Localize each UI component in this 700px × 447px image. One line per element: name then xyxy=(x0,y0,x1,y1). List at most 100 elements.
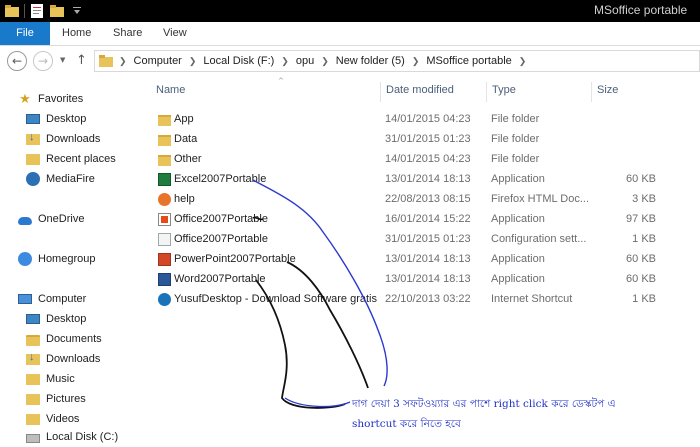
column-divider[interactable] xyxy=(486,82,487,102)
sidebar-item-label: MediaFire xyxy=(46,173,95,185)
file-date: 31/01/2015 01:23 xyxy=(385,133,471,145)
file-size: 60 KB xyxy=(626,173,656,185)
sidebar-item-recent-places[interactable]: Recent places xyxy=(26,150,116,168)
breadcrumb-chevron-icon[interactable]: ❯ xyxy=(519,56,527,67)
file-type: Application xyxy=(491,273,545,285)
sidebar-item-music[interactable]: Music xyxy=(26,370,75,388)
file-row[interactable]: PowerPoint2007Portable 13/01/2014 18:13 … xyxy=(150,250,700,270)
file-size: 97 KB xyxy=(626,213,656,225)
sidebar-item-label: Videos xyxy=(46,413,80,425)
column-divider[interactable] xyxy=(380,82,381,102)
recent-locations-chevron-icon[interactable]: ▼ xyxy=(60,56,65,64)
sidebar-item-onedrive[interactable]: OneDrive xyxy=(18,210,84,228)
file-name: App xyxy=(174,113,194,125)
file-row[interactable]: Other 14/01/2015 04:23 File folder xyxy=(150,150,700,170)
computer-icon xyxy=(18,294,32,304)
file-name: Office2007Portable xyxy=(174,213,268,225)
star-icon: ★ xyxy=(19,91,31,106)
file-date: 13/01/2014 18:13 xyxy=(385,253,471,265)
folder-icon xyxy=(158,115,171,126)
cloud-icon xyxy=(18,216,32,225)
sidebar-item-label: Desktop xyxy=(46,113,87,125)
file-row[interactable]: Word2007Portable 13/01/2014 18:13 Applic… xyxy=(150,270,700,290)
documents-icon xyxy=(26,334,40,346)
sidebar-item-downloads[interactable]: Downloads xyxy=(26,130,100,148)
quick-access-toolbar xyxy=(4,3,85,19)
sidebar-item-pictures[interactable]: Pictures xyxy=(26,390,86,408)
address-bar[interactable]: ❯ Computer ❯ Local Disk (F:) ❯ opu ❯ New… xyxy=(94,50,700,72)
sidebar-item-label: Desktop xyxy=(46,313,87,325)
sidebar-item-documents[interactable]: Documents xyxy=(26,330,102,348)
window-title: MSoffice portable xyxy=(594,3,688,17)
sidebar-item-local-disk-c[interactable]: Local Disk (C:) xyxy=(26,428,118,446)
file-name: YusufDesktop - Download Software gratis xyxy=(174,293,377,305)
customize-dropdown-icon[interactable] xyxy=(69,3,85,19)
file-row[interactable]: Office2007Portable 16/01/2014 15:22 Appl… xyxy=(150,210,700,230)
file-type: Application xyxy=(491,213,545,225)
breadcrumb-local-disk-f[interactable]: Local Disk (F:) xyxy=(203,55,274,67)
firefox-html-icon xyxy=(158,193,171,206)
homegroup-icon xyxy=(18,252,32,266)
sidebar-item-computer[interactable]: Computer xyxy=(18,290,86,308)
column-divider[interactable] xyxy=(591,82,592,102)
back-button[interactable]: ← xyxy=(7,51,27,71)
file-size: 60 KB xyxy=(626,253,656,265)
sidebar-item-computer-desktop[interactable]: Desktop xyxy=(26,310,86,328)
breadcrumb-chevron-icon[interactable]: ❯ xyxy=(189,56,197,67)
breadcrumb-chevron-icon[interactable]: ❯ xyxy=(281,56,289,67)
file-name: Other xyxy=(174,153,202,165)
sidebar-item-label: Downloads xyxy=(46,353,101,365)
sidebar-item-desktop[interactable]: Desktop xyxy=(26,110,86,128)
breadcrumb-chevron-icon: ❯ xyxy=(119,55,127,66)
sidebar-item-favorites[interactable]: ★ Favorites xyxy=(18,90,83,108)
sidebar-item-homegroup[interactable]: Homegroup xyxy=(18,250,95,268)
up-button[interactable]: ↑ xyxy=(76,53,87,68)
sidebar-item-mediafire[interactable]: MediaFire xyxy=(26,170,95,188)
sort-chevron-icon: ^ xyxy=(278,77,284,85)
navigation-bar: ← → ▼ ↑ ❯ Computer ❯ Local Disk (F:) ❯ o… xyxy=(0,46,700,76)
file-date: 16/01/2014 15:22 xyxy=(385,213,471,225)
forward-button[interactable]: → xyxy=(33,51,53,71)
file-row[interactable]: Excel2007Portable 13/01/2014 18:13 Appli… xyxy=(150,170,700,190)
file-row[interactable]: help 22/08/2013 08:15 Firefox HTML Doc..… xyxy=(150,190,700,210)
file-date: 13/01/2014 18:13 xyxy=(385,273,471,285)
breadcrumb-opu[interactable]: opu xyxy=(296,55,314,67)
file-name: PowerPoint2007Portable xyxy=(174,253,296,265)
mediafire-icon xyxy=(26,172,40,186)
tab-share[interactable]: Share xyxy=(113,22,142,45)
downloads-icon xyxy=(26,131,40,145)
file-type: Application xyxy=(491,173,545,185)
office-icon xyxy=(158,213,171,226)
breadcrumb-computer[interactable]: Computer xyxy=(134,55,182,67)
tab-view[interactable]: View xyxy=(163,22,187,45)
column-header-type[interactable]: Type xyxy=(492,84,516,100)
breadcrumb-new-folder-5[interactable]: New folder (5) xyxy=(336,55,405,67)
sidebar-item-computer-downloads[interactable]: Downloads xyxy=(26,350,100,368)
tab-file[interactable]: File xyxy=(0,22,50,45)
folder-icon[interactable] xyxy=(4,3,20,19)
file-row[interactable]: Data 31/01/2015 01:23 File folder xyxy=(150,130,700,150)
breadcrumb-chevron-icon[interactable]: ❯ xyxy=(321,56,329,67)
file-row[interactable]: Office2007Portable 31/01/2015 01:23 Conf… xyxy=(150,230,700,250)
config-icon xyxy=(158,233,171,246)
arrow-left-icon: ← xyxy=(11,54,23,68)
file-row[interactable]: App 14/01/2015 04:23 File folder xyxy=(150,110,700,130)
sidebar-item-label: Local Disk (C:) xyxy=(46,431,119,443)
arrow-right-icon: → xyxy=(37,54,49,68)
sidebar-item-label: Favorites xyxy=(38,93,84,105)
column-header-date-modified[interactable]: Date modified xyxy=(386,84,454,100)
annotation-note: দাগ দেয়া 3 সফটওয়্যার এর পাশে right cli… xyxy=(352,394,682,434)
tab-home[interactable]: Home xyxy=(62,22,91,45)
pictures-icon xyxy=(26,393,40,405)
properties-icon[interactable] xyxy=(29,3,45,19)
sidebar-item-label: Downloads xyxy=(46,133,101,145)
new-folder-icon[interactable] xyxy=(49,3,65,19)
breadcrumb-msoffice-portable[interactable]: MSoffice portable xyxy=(426,55,511,67)
column-header-size[interactable]: Size xyxy=(597,84,618,100)
file-row[interactable]: YusufDesktop - Download Software gratis … xyxy=(150,290,700,310)
blue-annotation-stroke xyxy=(284,397,351,408)
sidebar-item-label: Homegroup xyxy=(38,253,96,265)
sidebar-item-videos[interactable]: Videos xyxy=(26,410,79,428)
breadcrumb-chevron-icon[interactable]: ❯ xyxy=(412,56,420,67)
column-header-name[interactable]: Name xyxy=(156,84,185,100)
